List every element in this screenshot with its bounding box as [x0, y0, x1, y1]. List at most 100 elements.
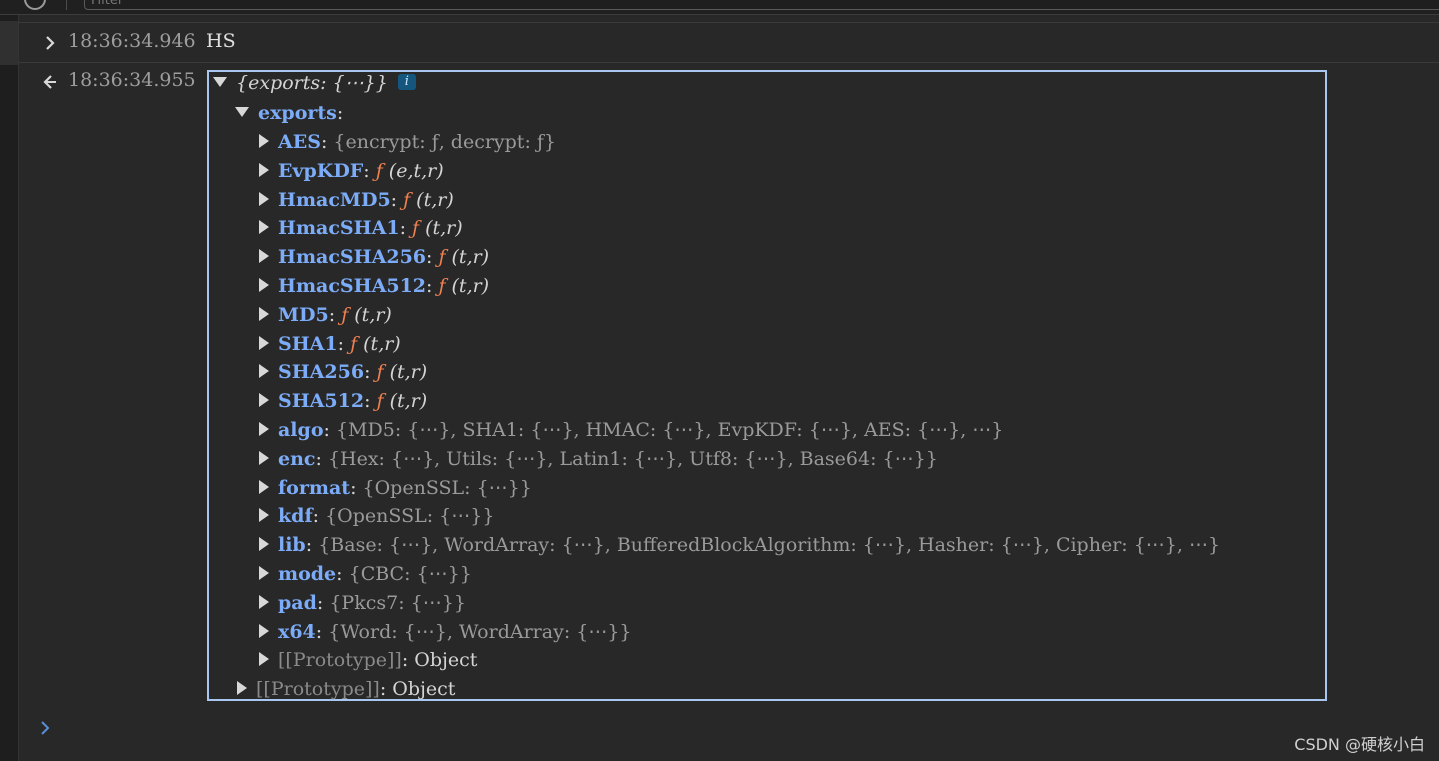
result-summary: {exports: {⋯}}	[236, 72, 388, 94]
property-row[interactable]: algo: {MD5: {⋯}, SHA1: {⋯}, HMAC: {⋯}, E…	[259, 417, 1003, 443]
property-row[interactable]: AES: {encrypt: ƒ, decrypt: ƒ}	[259, 129, 556, 155]
function-args: (t,r)	[451, 246, 490, 268]
log-message: HS	[206, 30, 236, 52]
property-key: pad	[278, 592, 317, 614]
property-row[interactable]: HmacSHA256: ƒ (t,r)	[259, 244, 489, 270]
property-row[interactable]: format: {OpenSSL: {⋯}}	[259, 475, 532, 501]
property-key: lib	[278, 534, 306, 556]
function-symbol: ƒ	[412, 217, 420, 239]
chevron-right-icon[interactable]	[42, 33, 58, 53]
gutter-highlight	[0, 21, 18, 65]
caret-right-icon[interactable]	[259, 624, 269, 638]
property-row[interactable]: kdf: {OpenSSL: {⋯}}	[259, 503, 494, 529]
property-row[interactable]: pad: {Pkcs7: {⋯}}	[259, 590, 466, 616]
caret-right-icon[interactable]	[259, 220, 269, 234]
property-key: SHA256	[278, 361, 365, 383]
function-args: (e,t,r)	[388, 160, 444, 182]
caret-right-icon[interactable]	[259, 451, 269, 465]
row-separator	[18, 22, 1439, 23]
function-args: (t,r)	[363, 333, 401, 355]
filter-input[interactable]	[84, 0, 1439, 10]
console-prompt-icon[interactable]	[38, 716, 52, 740]
caret-right-icon[interactable]	[259, 336, 269, 350]
caret-down-icon[interactable]	[235, 107, 249, 117]
function-args: (t,r)	[389, 390, 428, 412]
property-key: algo	[278, 419, 324, 441]
caret-right-icon[interactable]	[259, 134, 269, 148]
property-key: HmacMD5	[278, 189, 391, 211]
property-preview: {encrypt: ƒ, decrypt: ƒ}	[333, 131, 557, 153]
property-key: HmacSHA512	[278, 275, 427, 297]
info-icon[interactable]: i	[397, 74, 416, 90]
property-row[interactable]: SHA256: ƒ (t,r)	[259, 359, 427, 385]
property-key: SHA512	[278, 390, 365, 412]
return-arrow-icon	[43, 75, 56, 89]
function-args: (t,r)	[425, 217, 463, 239]
caret-right-icon[interactable]	[259, 652, 269, 666]
property-row[interactable]: HmacMD5: ƒ (t,r)	[259, 187, 454, 213]
function-args: (t,r)	[416, 189, 454, 211]
caret-right-icon[interactable]	[259, 393, 269, 407]
caret-right-icon[interactable]	[259, 249, 269, 263]
function-args: (t,r)	[451, 275, 490, 297]
property-row[interactable]: EvpKDF: ƒ (e,t,r)	[259, 158, 444, 184]
property-key: EvpKDF	[278, 160, 364, 182]
result-timestamp: 18:36:34.955	[68, 69, 196, 91]
caret-right-icon[interactable]	[259, 278, 269, 292]
property-key: kdf	[278, 505, 313, 527]
clear-console-icon[interactable]	[24, 0, 46, 10]
exports-row[interactable]: exports:	[235, 100, 343, 126]
caret-right-icon[interactable]	[259, 480, 269, 494]
property-key: mode	[278, 563, 337, 585]
property-row[interactable]: mode: {CBC: {⋯}}	[259, 561, 472, 587]
caret-right-icon[interactable]	[237, 681, 247, 695]
property-row[interactable]: SHA512: ƒ (t,r)	[259, 388, 427, 414]
prototype-key: [[Prototype]]	[278, 649, 402, 671]
function-symbol: ƒ	[376, 390, 384, 412]
watermark: CSDN @硬核小白	[1294, 735, 1425, 754]
caret-down-icon[interactable]	[213, 77, 227, 87]
caret-right-icon[interactable]	[259, 566, 269, 580]
caret-right-icon[interactable]	[259, 307, 269, 321]
caret-right-icon[interactable]	[259, 537, 269, 551]
property-preview: {OpenSSL: {⋯}}	[362, 477, 532, 499]
property-key: HmacSHA256	[278, 246, 427, 268]
property-row[interactable]: enc: {Hex: {⋯}, Utils: {⋯}, Latin1: {⋯},…	[259, 446, 938, 472]
function-args: (t,r)	[389, 361, 428, 383]
property-row[interactable]: SHA1: ƒ (t,r)	[259, 331, 401, 357]
inner-prototype-row[interactable]: [[Prototype]]: Object	[259, 647, 477, 673]
property-key: format	[278, 477, 351, 499]
prototype-key: [[Prototype]]	[256, 678, 380, 700]
function-symbol: ƒ	[438, 275, 446, 297]
function-symbol: ƒ	[438, 246, 446, 268]
result-summary-row[interactable]: {exports: {⋯}} i	[213, 70, 416, 96]
log-timestamp: 18:36:34.946	[68, 30, 196, 52]
caret-right-icon[interactable]	[259, 192, 269, 206]
exports-key: exports	[258, 102, 337, 124]
caret-right-icon[interactable]	[259, 364, 269, 378]
function-symbol: ƒ	[341, 304, 349, 326]
property-row[interactable]: x64: {Word: {⋯}, WordArray: {⋯}}	[259, 619, 632, 645]
property-row[interactable]: HmacSHA1: ƒ (t,r)	[259, 215, 463, 241]
prototype-value: Object	[392, 678, 456, 700]
console-toolbar	[0, 0, 1439, 15]
prototype-value: Object	[414, 649, 478, 671]
property-key: HmacSHA1	[278, 217, 400, 239]
function-symbol: ƒ	[375, 160, 383, 182]
property-preview: {CBC: {⋯}}	[348, 563, 472, 585]
caret-right-icon[interactable]	[259, 508, 269, 522]
caret-right-icon[interactable]	[259, 422, 269, 436]
property-row[interactable]: MD5: ƒ (t,r)	[259, 302, 392, 328]
property-preview: {Pkcs7: {⋯}}	[329, 592, 466, 614]
property-key: MD5	[278, 304, 329, 326]
property-key: x64	[278, 621, 316, 643]
outer-prototype-row[interactable]: [[Prototype]]: Object	[237, 676, 455, 702]
property-preview: {MD5: {⋯}, SHA1: {⋯}, HMAC: {⋯}, EvpKDF:…	[335, 419, 1004, 441]
property-row[interactable]: lib: {Base: {⋯}, WordArray: {⋯}, Buffere…	[259, 532, 1220, 558]
caret-right-icon[interactable]	[259, 163, 269, 177]
caret-right-icon[interactable]	[259, 595, 269, 609]
toolbar-divider	[66, 0, 67, 10]
property-row[interactable]: HmacSHA512: ƒ (t,r)	[259, 273, 489, 299]
property-key: SHA1	[278, 333, 338, 355]
property-preview: {Hex: {⋯}, Utils: {⋯}, Latin1: {⋯}, Utf8…	[327, 448, 938, 470]
